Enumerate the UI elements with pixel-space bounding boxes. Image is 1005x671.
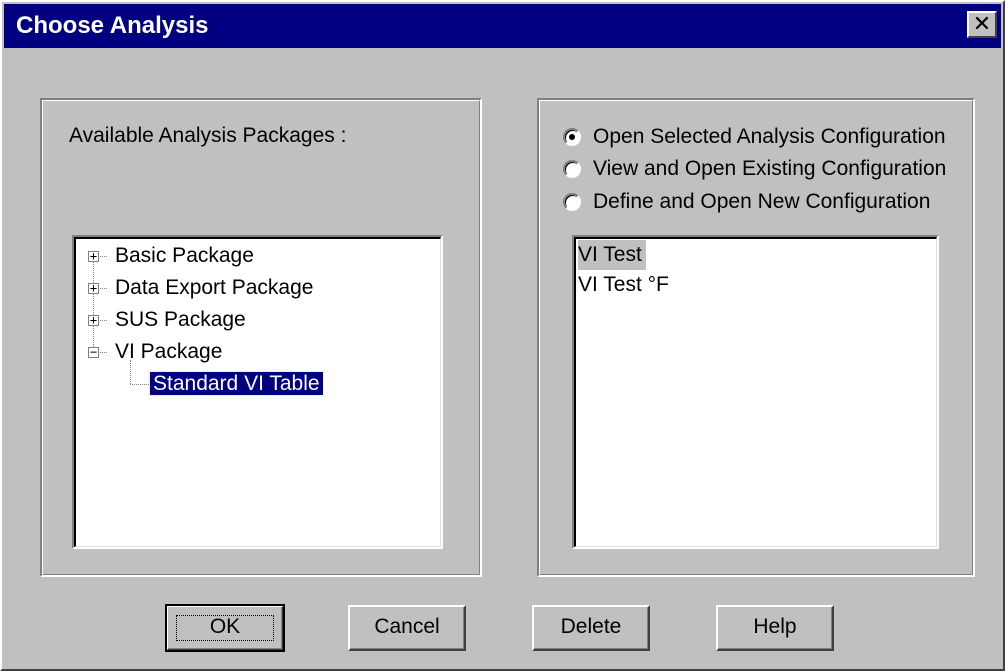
title-bar[interactable]: Choose Analysis ✕ (4, 4, 1001, 48)
tree-node-label: Standard VI Table (149, 371, 324, 396)
radio-label: Open Selected Analysis Configuration (593, 125, 946, 148)
choose-analysis-dialog: Choose Analysis ✕ Available Analysis Pac… (0, 0, 1005, 671)
cancel-button[interactable]: Cancel (348, 605, 466, 651)
radio-label: Define and Open New Configuration (593, 190, 931, 213)
tree-node-label: Data Export Package (115, 276, 314, 299)
help-button[interactable]: Help (716, 605, 834, 651)
cancel-button-label: Cancel (374, 615, 440, 638)
packages-label: Available Analysis Packages : (69, 124, 347, 147)
configuration-group: Open Selected Analysis Configuration Vie… (537, 98, 975, 577)
packages-tree[interactable]: + Basic Package + Data Export Package + … (72, 235, 443, 549)
collapse-minus-icon[interactable]: − (88, 346, 99, 358)
help-button-label: Help (753, 615, 797, 638)
radio-unchecked-icon[interactable] (563, 160, 581, 178)
configurations-list[interactable]: VI Test VI Test °F (572, 235, 939, 549)
tree-node-label: VI Package (115, 340, 223, 363)
radio-checked-icon[interactable] (563, 128, 581, 146)
tree-node-label: Basic Package (115, 244, 254, 267)
window-title: Choose Analysis (16, 12, 209, 39)
radio-unchecked-icon[interactable] (563, 193, 581, 211)
close-icon[interactable]: ✕ (967, 11, 997, 38)
tree-node-label: SUS Package (115, 308, 246, 331)
delete-button-label: Delete (560, 615, 622, 638)
tree-node-standard-vi-table[interactable]: Standard VI Table (149, 369, 324, 399)
expand-plus-icon[interactable]: + (88, 250, 99, 262)
list-item[interactable]: VI Test °F (578, 270, 669, 300)
packages-group: Available Analysis Packages : + Basic Pa… (40, 98, 482, 577)
delete-button[interactable]: Delete (532, 605, 650, 651)
ok-button[interactable]: OK (165, 604, 285, 652)
expand-plus-icon[interactable]: + (88, 314, 99, 326)
list-item[interactable]: VI Test (578, 240, 646, 270)
radio-label: View and Open Existing Configuration (593, 157, 947, 180)
expand-plus-icon[interactable]: + (88, 282, 99, 294)
